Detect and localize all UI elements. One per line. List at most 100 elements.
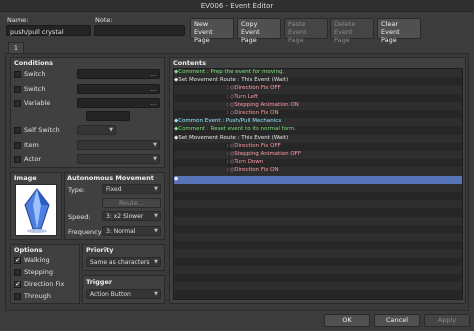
direction-fix-label: Direction Fix bbox=[24, 280, 65, 288]
speed-dropdown[interactable]: 3: x2 Slower ▼ bbox=[102, 211, 161, 221]
command-text: : ◇Direction Fix ON bbox=[174, 167, 279, 174]
empty-command-line[interactable] bbox=[174, 183, 462, 192]
empty-command-line[interactable] bbox=[174, 257, 462, 266]
command-line[interactable]: : ◇Direction Fix OFF bbox=[174, 142, 462, 151]
name-value: push/pull crystal bbox=[10, 28, 64, 36]
empty-command-line[interactable] bbox=[174, 200, 462, 209]
stepping-label: Stepping bbox=[24, 268, 53, 276]
variable-checkbox[interactable] bbox=[14, 100, 21, 107]
ok-button[interactable]: OK bbox=[324, 314, 370, 327]
variable-value-input[interactable] bbox=[86, 111, 130, 121]
self-switch-checkbox[interactable] bbox=[14, 127, 21, 134]
command-text: : ◇Stepping Animation OFF bbox=[174, 151, 301, 157]
trigger-dropdown[interactable]: Action Button ▼ bbox=[86, 289, 161, 299]
empty-command-line[interactable] bbox=[174, 249, 462, 258]
route-button[interactable]: Route... bbox=[102, 198, 161, 208]
empty-command-line[interactable] bbox=[174, 192, 462, 201]
priority-value: Same as characters bbox=[90, 259, 150, 266]
actor-checkbox[interactable] bbox=[14, 156, 21, 163]
event-command-list[interactable]: ◆Comment : Prep the event for moving. ◆Se… bbox=[173, 68, 463, 300]
command-text: : ◇Turn Left bbox=[174, 93, 259, 100]
command-line[interactable]: : ◇Stepping Animation ON bbox=[174, 101, 462, 110]
switch2-ellipsis: ... bbox=[150, 86, 156, 93]
command-line[interactable]: : ◇Direction Fix OFF bbox=[174, 85, 462, 94]
speed-label: Speed: bbox=[68, 213, 91, 221]
variable-label: Variable bbox=[24, 99, 51, 107]
copy-event-page-button[interactable]: Copy Event Page bbox=[237, 18, 281, 44]
switch1-checkbox[interactable] bbox=[14, 71, 21, 78]
apply-button[interactable]: Apply bbox=[424, 314, 470, 327]
cancel-button[interactable]: Cancel bbox=[374, 314, 420, 327]
command-text: : ◇Direction Fix ON bbox=[174, 110, 279, 116]
command-line[interactable]: ◆Set Movement Route : This Event (Wait) bbox=[174, 134, 462, 143]
item-label: Item bbox=[24, 141, 39, 149]
trigger-title: Trigger bbox=[86, 278, 113, 286]
switch2-select[interactable]: ... bbox=[77, 84, 160, 94]
command-line[interactable]: : ◇Turn Left bbox=[174, 93, 462, 102]
command-text: ◆Comment : Reset event to its normal for… bbox=[174, 126, 297, 133]
conditions-title: Conditions bbox=[14, 59, 54, 67]
direction-fix-checkbox[interactable] bbox=[14, 280, 21, 288]
switch1-select[interactable]: ... bbox=[77, 69, 160, 79]
movement-type-label: Type: bbox=[68, 186, 86, 194]
command-line[interactable]: ◆Set Movement Route : This Event (Wait) bbox=[174, 77, 462, 86]
item-checkbox[interactable] bbox=[14, 142, 21, 149]
switch1-ellipsis: ... bbox=[150, 71, 156, 78]
item-dropdown[interactable]: ▼ bbox=[77, 140, 160, 150]
event-image-preview[interactable] bbox=[15, 184, 57, 236]
command-line[interactable]: : ◇Direction Fix ON bbox=[174, 167, 462, 176]
empty-command-line[interactable] bbox=[174, 265, 462, 274]
options-title: Options bbox=[14, 246, 43, 254]
empty-command-line[interactable] bbox=[174, 233, 462, 242]
actor-dropdown[interactable]: ▼ bbox=[77, 154, 160, 164]
command-text: ◆Set Movement Route : This Event (Wait) bbox=[174, 134, 289, 141]
command-line[interactable]: : ◇Stepping Animation OFF bbox=[174, 151, 462, 160]
command-text: : ◇Stepping Animation ON bbox=[174, 101, 299, 108]
note-input[interactable] bbox=[94, 25, 185, 36]
walking-checkbox[interactable] bbox=[14, 256, 21, 264]
command-line[interactable]: ◆ bbox=[174, 175, 462, 184]
speed-value: 3: x2 Slower bbox=[106, 213, 144, 220]
clear-event-page-button[interactable]: Clear Event Page bbox=[377, 18, 421, 44]
chevron-down-icon: ▼ bbox=[154, 259, 158, 265]
movement-type-value: Fixed bbox=[106, 186, 122, 193]
image-title: Image bbox=[14, 174, 37, 182]
crystal-icon bbox=[24, 188, 50, 233]
name-label: Name: bbox=[7, 16, 29, 24]
chevron-down-icon: ▼ bbox=[154, 228, 158, 234]
through-checkbox[interactable] bbox=[14, 293, 21, 300]
frequency-dropdown[interactable]: 3: Normal ▼ bbox=[102, 226, 161, 236]
stepping-checkbox[interactable] bbox=[14, 269, 21, 276]
self-switch-dropdown[interactable]: ▼ bbox=[77, 125, 116, 135]
empty-command-line[interactable] bbox=[174, 216, 462, 225]
new-event-page-button[interactable]: New Event Page bbox=[190, 18, 234, 44]
empty-command-line[interactable] bbox=[174, 274, 462, 283]
command-text: ◆Comment : Prep the event for moving. bbox=[174, 69, 285, 75]
chevron-down-icon: ▼ bbox=[154, 186, 158, 192]
command-line[interactable]: : ◇Turn Down bbox=[174, 159, 462, 168]
empty-command-line[interactable] bbox=[174, 224, 462, 233]
delete-event-page-button[interactable]: Delete Event Page bbox=[330, 18, 374, 44]
contents-title: Contents bbox=[173, 59, 206, 67]
name-input[interactable]: push/pull crystal bbox=[6, 25, 91, 36]
switch2-checkbox[interactable] bbox=[14, 86, 21, 93]
empty-command-line[interactable] bbox=[174, 282, 462, 291]
empty-command-line[interactable] bbox=[174, 290, 462, 299]
switch2-label: Switch bbox=[24, 85, 46, 93]
command-line[interactable]: ◆Common Event : Push/Pull Mechanics bbox=[174, 118, 462, 127]
chevron-down-icon: ▼ bbox=[153, 156, 157, 162]
command-line[interactable]: ◆Comment : Reset event to its normal for… bbox=[174, 126, 462, 135]
paste-event-page-button[interactable]: Paste Event Page bbox=[284, 18, 328, 44]
window-title: EV006 - Event Editor bbox=[200, 2, 274, 10]
empty-command-line[interactable] bbox=[174, 241, 462, 250]
empty-command-line[interactable] bbox=[174, 208, 462, 217]
command-text: ◆ bbox=[174, 175, 179, 182]
through-label: Through bbox=[24, 292, 51, 300]
title-bar: EV006 - Event Editor bbox=[0, 0, 474, 12]
command-line[interactable]: ◆Comment : Prep the event for moving. bbox=[174, 69, 462, 78]
command-line[interactable]: : ◇Direction Fix ON bbox=[174, 110, 462, 119]
command-text: ◆Set Movement Route : This Event (Wait) bbox=[174, 77, 289, 84]
variable-select[interactable]: ... bbox=[77, 98, 160, 108]
priority-dropdown[interactable]: Same as characters ▼ bbox=[86, 257, 161, 267]
movement-type-dropdown[interactable]: Fixed ▼ bbox=[102, 184, 161, 194]
